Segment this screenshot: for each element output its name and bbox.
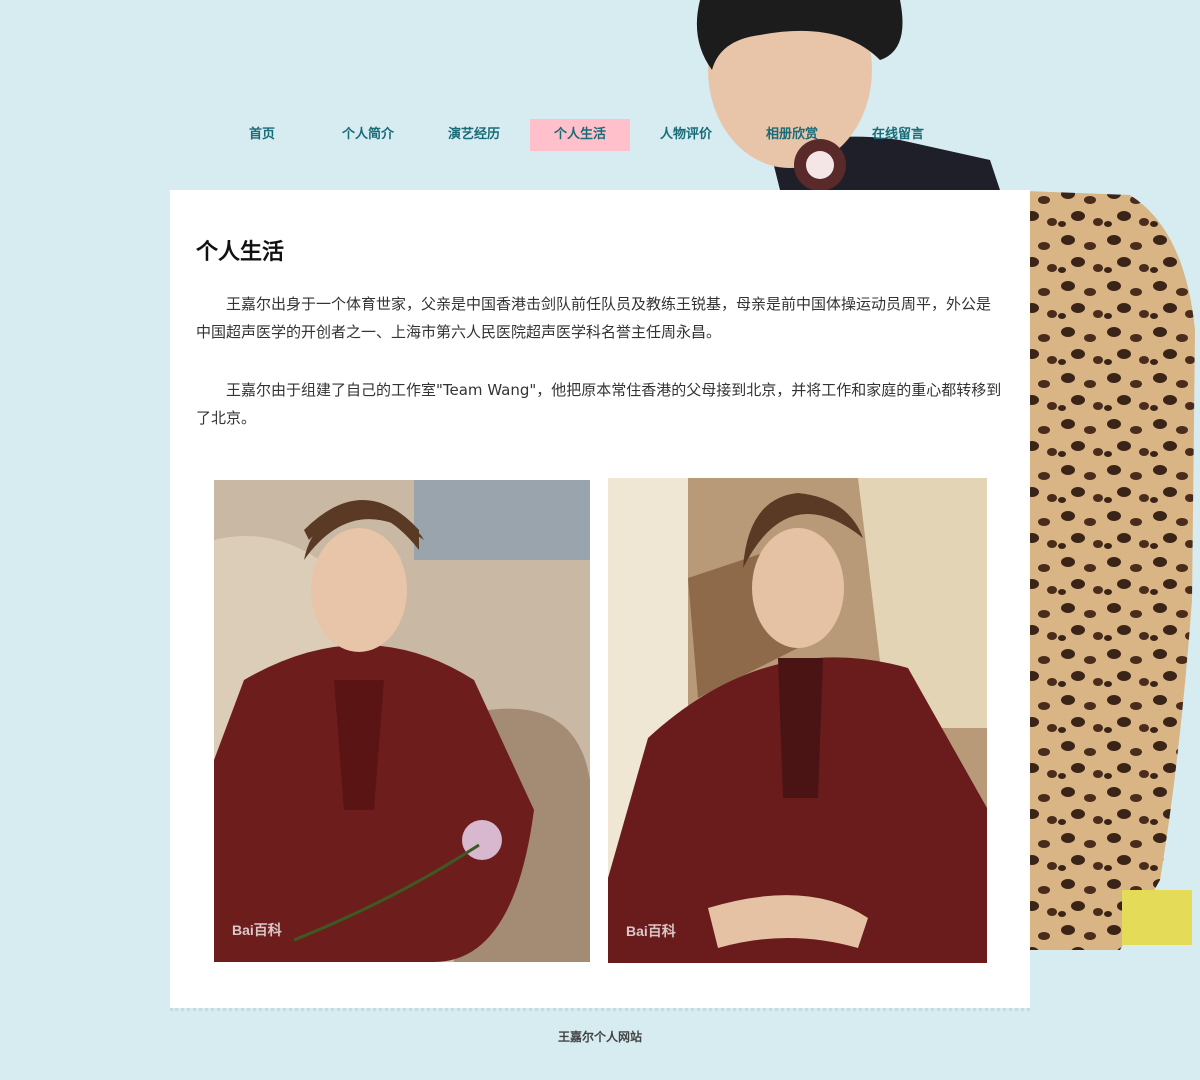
nav-item-career[interactable]: 演艺经历 — [424, 119, 524, 151]
paragraph-studio: 王嘉尔由于组建了自己的工作室"Team Wang"，他把原本常住香港的父母接到北… — [196, 381, 1002, 427]
panel-divider — [170, 1008, 1030, 1011]
content-panel: 个人生活 王嘉尔出身于一个体育世家，父亲是中国香港击剑队前任队员及教练王锐基，母… — [170, 190, 1030, 1008]
nav-item-profile[interactable]: 个人简介 — [318, 119, 418, 151]
nav-item-guestbook[interactable]: 在线留言 — [848, 119, 948, 151]
site-footer: 王嘉尔个人网站 — [557, 1030, 642, 1044]
paragraph-family: 王嘉尔出身于一个体育世家，父亲是中国香港击剑队前任队员及教练王锐基，母亲是前中国… — [196, 295, 992, 341]
main-nav: 首页 个人简介 演艺经历 个人生活 人物评价 相册欣赏 在线留言 — [212, 119, 954, 151]
nav-item-personal-life[interactable]: 个人生活 — [530, 119, 630, 151]
baidu-watermark: Bai百科 — [232, 922, 282, 938]
photo-portrait-rose: Bai百科 — [214, 480, 590, 962]
nav-item-evaluation[interactable]: 人物评价 — [636, 119, 736, 151]
page-title: 个人生活 — [196, 240, 285, 265]
nav-item-home[interactable]: 首页 — [212, 119, 312, 151]
nav-item-album[interactable]: 相册欣赏 — [742, 119, 842, 151]
photo-portrait-seated: Bai百科 — [608, 478, 987, 963]
baidu-watermark: Bai百科 — [626, 923, 676, 939]
